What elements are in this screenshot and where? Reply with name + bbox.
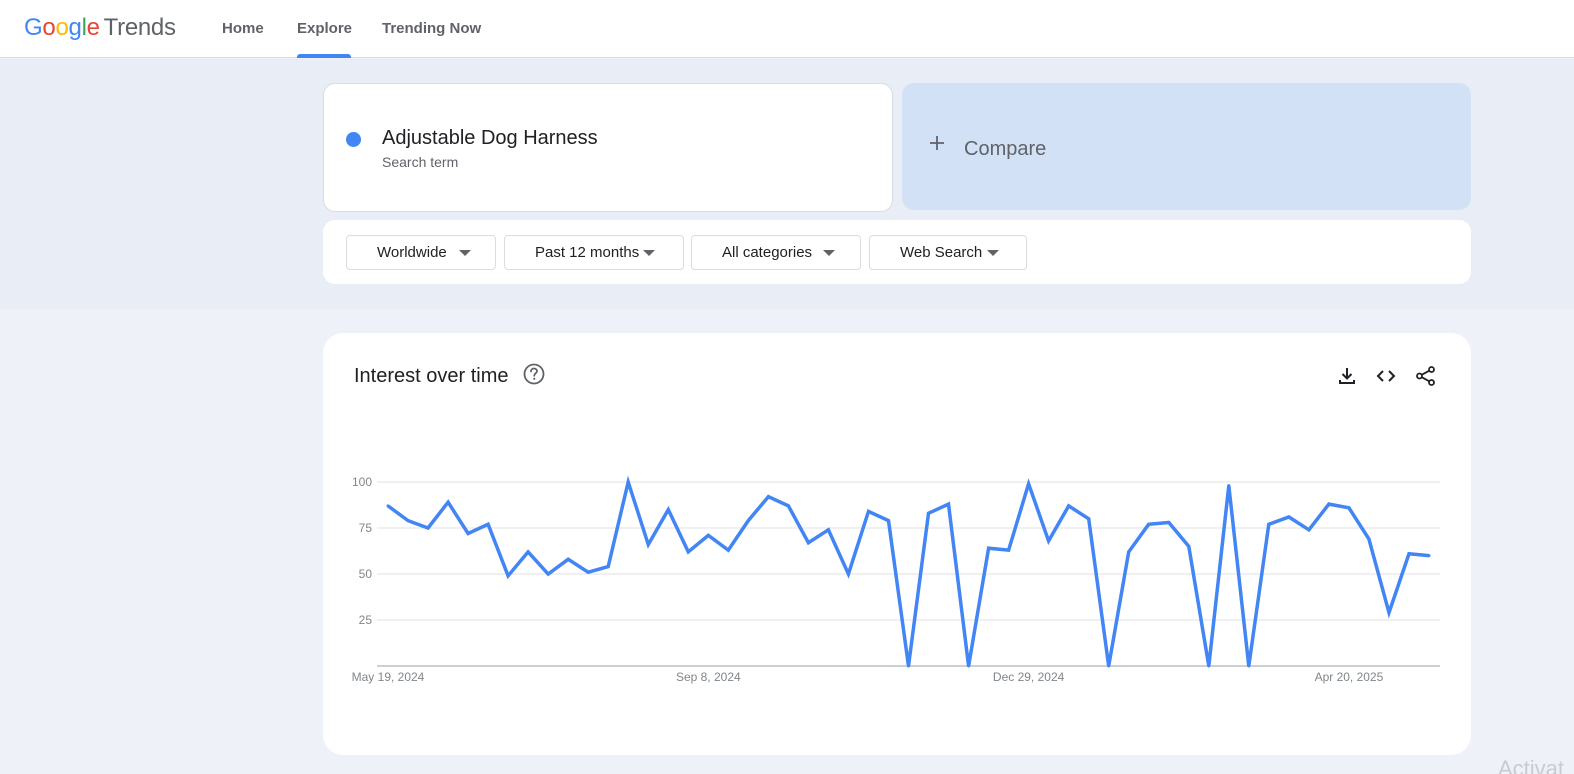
data-point[interactable] [406,519,410,523]
data-point[interactable] [1287,515,1291,519]
data-point[interactable] [886,519,890,523]
active-tab-indicator [297,54,351,58]
data-point[interactable] [967,664,971,668]
interest-line-chart: 25 50 75 100 May 19, 2024 Sep 8, 2024 Dec 29, … [352,475,1440,684]
data-point[interactable] [1147,522,1151,526]
search-term-type: Search term [382,154,459,170]
search-term-card[interactable]: Adjustable Dog Harness Search term [323,83,893,212]
logo-letter: e [86,14,100,41]
data-point[interactable] [426,526,430,530]
interest-over-time-card: Interest over time 25 50 75 100 May 19, 2024… [323,333,1471,755]
category-filter[interactable]: All categories [691,235,861,270]
data-point[interactable] [1367,537,1371,541]
data-point[interactable] [1327,502,1331,506]
data-point[interactable] [866,509,870,513]
data-point[interactable] [1247,664,1251,668]
data-point[interactable] [546,572,550,576]
x-tick-label: May 19, 2024 [352,670,425,684]
caret-down-icon [643,250,655,256]
data-point[interactable] [726,548,730,552]
data-point[interactable] [486,522,490,526]
x-tick-label: Sep 8, 2024 [676,670,741,684]
data-point[interactable] [1307,528,1311,532]
top-bar: Google Trends Home Explore Trending Now [0,0,1574,58]
time-range-filter-label: Past 12 months [535,244,640,261]
plus-icon [928,133,946,157]
data-point[interactable] [907,664,910,668]
caret-down-icon [459,250,471,256]
data-point[interactable] [446,500,450,504]
data-point[interactable] [846,572,850,576]
nav-trending-now[interactable]: Trending Now [382,0,481,58]
data-point[interactable] [1227,484,1231,488]
data-point[interactable] [506,574,510,578]
data-point[interactable] [1007,548,1011,552]
data-point[interactable] [1207,664,1211,668]
y-tick-label: 25 [359,613,373,627]
data-point[interactable] [466,532,470,536]
data-point[interactable] [386,504,390,508]
data-point[interactable] [766,495,770,499]
caret-down-icon [823,250,835,256]
data-point[interactable] [1387,611,1391,615]
data-point[interactable] [826,528,830,532]
data-point[interactable] [947,502,951,506]
logo-letter: g [68,14,82,41]
data-point[interactable] [1347,506,1351,510]
logo-letter: o [55,14,69,41]
data-point[interactable] [1087,517,1091,521]
term-color-dot [346,132,361,147]
data-point[interactable] [1107,664,1111,668]
search-type-filter[interactable]: Web Search [869,235,1027,270]
y-tick-label: 100 [352,475,372,489]
caret-down-icon [987,250,999,256]
data-point[interactable] [646,543,650,547]
data-point[interactable] [1187,544,1191,548]
data-point[interactable] [806,541,810,545]
data-point[interactable] [1047,539,1051,543]
data-point[interactable] [1427,554,1431,558]
region-filter[interactable]: Worldwide [346,235,496,270]
data-point[interactable] [1027,482,1031,486]
data-point[interactable] [1267,522,1271,526]
search-type-filter-label: Web Search [900,244,983,261]
compare-label: Compare [964,138,1047,160]
data-point[interactable] [686,550,690,554]
data-point[interactable] [1127,550,1131,554]
filter-bar: Worldwide Past 12 months All categories … [323,220,1471,284]
region-filter-label: Worldwide [377,244,447,261]
data-point[interactable] [927,511,931,515]
data-point[interactable] [606,565,610,569]
data-point[interactable] [746,519,750,523]
data-point[interactable] [566,557,570,561]
nav-explore[interactable]: Explore [297,0,352,58]
logo-letter: G [24,14,43,41]
google-trends-logo[interactable]: Google Trends [24,14,176,42]
data-point[interactable] [586,570,590,574]
data-point[interactable] [987,546,991,550]
data-point[interactable] [1407,552,1411,556]
data-point[interactable] [1167,520,1171,524]
os-watermark: Activat [1498,756,1565,774]
logo-suffix: Trends [103,14,176,41]
category-filter-label: All categories [722,244,813,261]
compare-button[interactable]: Compare [902,83,1471,210]
y-tick-label: 75 [359,521,373,535]
data-point[interactable] [666,508,670,512]
y-tick-label: 50 [359,567,373,581]
x-tick-label: Apr 20, 2025 [1315,670,1384,684]
data-point[interactable] [626,480,630,484]
logo-letter: o [42,14,56,41]
search-term-name: Adjustable Dog Harness [382,127,598,149]
data-point[interactable] [1067,504,1071,508]
x-tick-label: Dec 29, 2024 [993,670,1065,684]
data-point[interactable] [526,550,530,554]
data-point[interactable] [706,533,710,537]
data-point[interactable] [786,504,790,508]
time-range-filter[interactable]: Past 12 months [504,235,684,270]
nav-home[interactable]: Home [222,0,264,58]
